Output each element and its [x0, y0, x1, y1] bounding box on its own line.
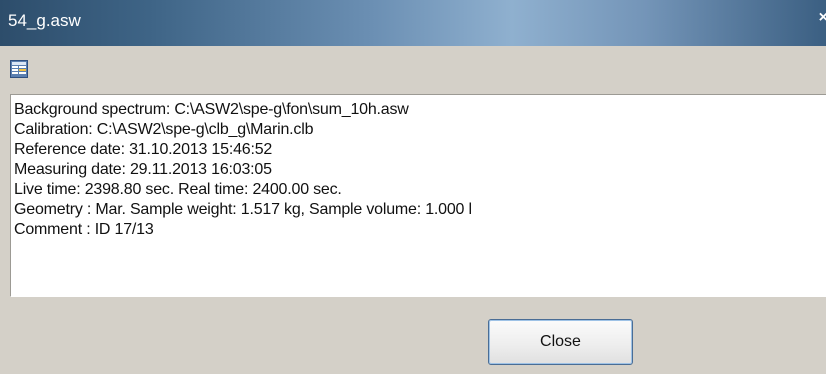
- comment-line: Comment : ID 17/13: [14, 221, 154, 238]
- close-icon[interactable]: ×: [819, 9, 826, 27]
- spectrum-info-window: 54_g.asw × Background spectrum: C:\ASW2\…: [0, 0, 826, 374]
- button-bar: Close: [0, 300, 826, 374]
- background-spectrum-line: Background spectrum: C:\ASW2\spe-g\fon\s…: [14, 101, 409, 118]
- report-view-icon[interactable]: [10, 60, 28, 78]
- toolbar: [0, 46, 826, 94]
- info-text-panel[interactable]: Background spectrum: C:\ASW2\spe-g\fon\s…: [10, 94, 826, 297]
- calibration-line: Calibration: C:\ASW2\spe-g\clb_g\Marin.c…: [14, 121, 314, 138]
- title-bar[interactable]: 54_g.asw ×: [0, 0, 826, 46]
- time-line: Live time: 2398.80 sec. Real time: 2400.…: [14, 181, 342, 198]
- window-title: 54_g.asw: [8, 11, 81, 30]
- reference-date-line: Reference date: 31.10.2013 15:46:52: [14, 141, 273, 158]
- measuring-date-line: Measuring date: 29.11.2013 16:03:05: [14, 161, 272, 178]
- geometry-line: Geometry : Mar. Sample weight: 1.517 kg,…: [14, 201, 472, 218]
- close-button[interactable]: Close: [488, 319, 633, 365]
